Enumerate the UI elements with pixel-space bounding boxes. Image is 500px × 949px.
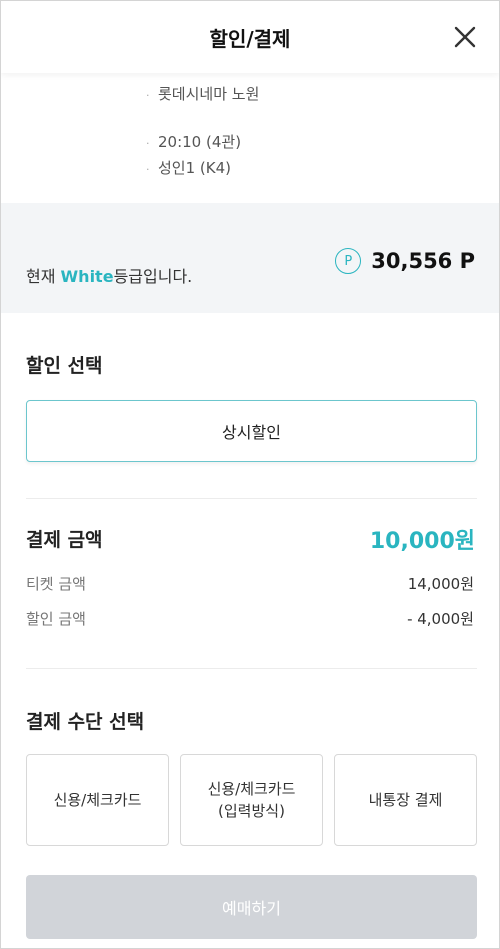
method-label: 신용/체크카드 (입력방식) bbox=[207, 779, 296, 821]
point-balance: P 30,556 P bbox=[335, 248, 475, 274]
discount-section-title: 할인 선택 bbox=[26, 355, 103, 377]
payment-total: 10,000원 bbox=[369, 529, 475, 554]
method-label: 신용/체크카드 bbox=[53, 790, 142, 809]
divider bbox=[26, 668, 477, 669]
credit-card-button[interactable]: 신용/체크카드 bbox=[26, 754, 169, 846]
grade-name: White bbox=[60, 267, 114, 286]
page-title: 할인/결제 bbox=[209, 27, 291, 51]
payment-amount-title: 결제 금액 bbox=[26, 529, 103, 551]
bullet: · bbox=[146, 137, 150, 150]
payment-modal: 할인/결제 · 롯데시네마 노원 · 20:10 (4관) · 성인1 (K4) 현재… bbox=[0, 0, 500, 949]
close-icon bbox=[454, 26, 476, 48]
close-button[interactable] bbox=[453, 25, 477, 49]
discount-amount-label: 할인 금액 bbox=[26, 610, 86, 628]
grade-suffix: 등급입니다. bbox=[113, 267, 193, 286]
bullet: · bbox=[146, 89, 150, 102]
divider bbox=[26, 498, 477, 499]
grade-text: 현재 White등급입니다. bbox=[26, 263, 192, 287]
regular-discount-button[interactable]: 상시할인 bbox=[26, 400, 477, 462]
cinema-name: 롯데시네마 노원 bbox=[158, 85, 260, 103]
point-value: 30,556 P bbox=[371, 249, 475, 273]
bullet: · bbox=[146, 163, 150, 176]
showtime-info: · 20:10 (4관) bbox=[146, 131, 241, 152]
modal-header: 할인/결제 bbox=[1, 1, 499, 73]
reserve-button[interactable]: 예매하기 bbox=[26, 875, 477, 939]
ticket-amount-value: 14,000원 bbox=[407, 575, 474, 593]
discount-amount-value: - 4,000원 bbox=[407, 610, 474, 628]
credit-card-manual-button[interactable]: 신용/체크카드 (입력방식) bbox=[180, 754, 323, 846]
cinema-info: · 롯데시네마 노원 bbox=[146, 83, 259, 104]
seat-info: · 성인1 (K4) bbox=[146, 157, 231, 178]
point-icon: P bbox=[335, 248, 362, 274]
member-grade-box: 현재 White등급입니다. P 30,556 P bbox=[1, 203, 499, 313]
method-label: 내통장 결제 bbox=[368, 790, 443, 809]
ticket-amount-label: 티켓 금액 bbox=[26, 575, 86, 593]
bank-account-button[interactable]: 내통장 결제 bbox=[334, 754, 477, 846]
movie-info: · 롯데시네마 노원 · 20:10 (4관) · 성인1 (K4) bbox=[1, 73, 499, 203]
grade-prefix: 현재 bbox=[26, 267, 61, 286]
payment-method-title: 결제 수단 선택 bbox=[26, 711, 145, 733]
seat: 성인1 (K4) bbox=[158, 159, 231, 177]
showtime: 20:10 (4관) bbox=[158, 133, 242, 151]
